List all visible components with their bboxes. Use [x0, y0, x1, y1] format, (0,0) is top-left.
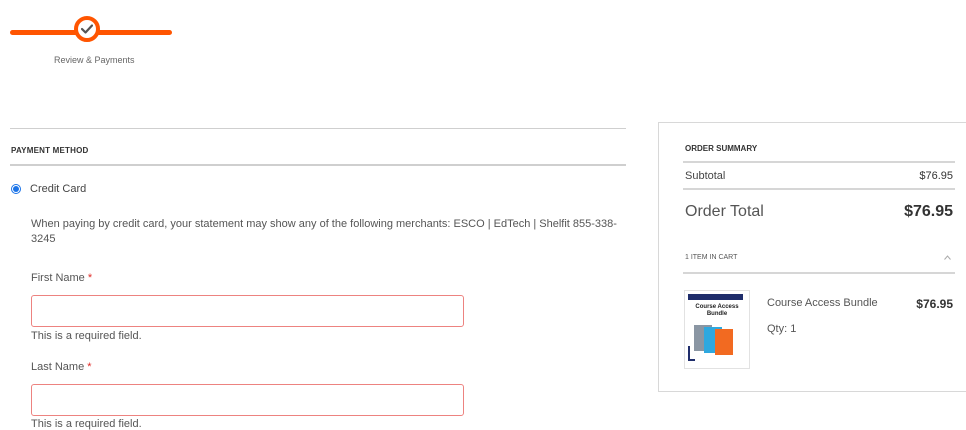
chevron-up-icon[interactable]	[944, 252, 951, 262]
first-name-input[interactable]	[31, 295, 464, 327]
payment-method-title: PAYMENT METHOD	[11, 146, 89, 155]
items-in-cart-toggle[interactable]: 1 ITEM IN CART	[685, 254, 737, 261]
product-price: $76.95	[916, 297, 953, 311]
last-name-label-text: Last Name	[31, 361, 85, 373]
subtotal-value: $76.95	[919, 170, 953, 182]
required-mark: *	[87, 272, 93, 284]
order-total-value: $76.95	[904, 203, 953, 220]
divider	[683, 188, 955, 190]
product-thumbnail: Course Access Bundle	[684, 290, 750, 369]
thumbnail-title: Course Access Bundle	[695, 304, 739, 317]
order-summary-panel: ORDER SUMMARY Subtotal $76.95 Order Tota…	[658, 122, 966, 392]
credit-card-label[interactable]: Credit Card	[30, 183, 86, 195]
checkout-progress: Review & Payments	[10, 14, 175, 69]
order-summary-title: ORDER SUMMARY	[685, 144, 758, 153]
product-qty: Qty: 1	[767, 323, 797, 335]
book-cover-orange	[715, 329, 733, 355]
divider	[683, 161, 955, 163]
divider	[10, 164, 626, 166]
last-name-error: This is a required field.	[31, 418, 142, 430]
credit-card-option[interactable]: Credit Card	[11, 183, 86, 195]
credit-card-radio[interactable]	[11, 184, 21, 194]
product-name: Course Access Bundle	[767, 297, 878, 309]
divider	[10, 128, 626, 129]
first-name-label-text: First Name	[31, 272, 85, 284]
thumbnail-corner-mark	[688, 346, 695, 361]
first-name-label: First Name *	[31, 272, 92, 284]
step-label: Review & Payments	[54, 55, 135, 65]
step-circle	[74, 16, 100, 42]
checkmark-icon	[81, 24, 93, 34]
divider	[683, 272, 955, 274]
subtotal-label: Subtotal	[685, 170, 726, 182]
thumbnail-band	[688, 294, 743, 300]
radio-selected-dot	[13, 186, 19, 192]
last-name-input[interactable]	[31, 384, 464, 416]
required-mark: *	[87, 361, 92, 373]
merchant-note: When paying by credit card, your stateme…	[31, 218, 617, 245]
last-name-label: Last Name *	[31, 361, 92, 373]
first-name-error: This is a required field.	[31, 330, 142, 342]
order-total-label: Order Total	[685, 203, 764, 220]
